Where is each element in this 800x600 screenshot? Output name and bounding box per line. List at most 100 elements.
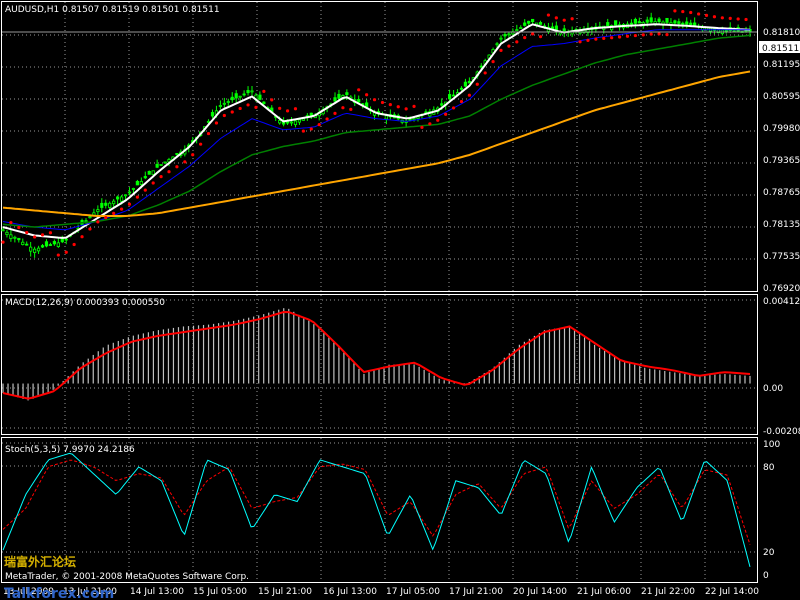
sar-dot	[546, 13, 551, 17]
candle-body	[64, 238, 68, 241]
sar-dot	[285, 109, 290, 113]
stoch-axis: 100 80 20 0	[763, 440, 780, 581]
sar-dot	[657, 32, 661, 36]
sar-dot	[610, 36, 614, 40]
price-axis: 0.81810 0.81195 0.80595 0.79980 0.79365 …	[763, 28, 800, 294]
sar-dot	[317, 123, 321, 127]
sar-dot	[483, 71, 487, 75]
candle-body	[649, 17, 653, 23]
sar-dot	[728, 16, 732, 20]
sar-dot	[183, 160, 187, 164]
candle-body	[143, 176, 147, 179]
watermark-site: Talkforex.com	[4, 586, 114, 600]
candle-body	[234, 93, 238, 99]
sar-dot	[357, 88, 361, 92]
sar-dot	[238, 106, 242, 111]
macd-tick: 0.00412	[763, 297, 800, 307]
sar-dot	[562, 18, 566, 22]
candle-body	[629, 22, 634, 25]
candle-body	[606, 22, 610, 27]
candle-body	[238, 95, 242, 98]
candle-body	[538, 22, 543, 25]
sar-dot	[665, 33, 669, 37]
sar-dot	[641, 33, 645, 37]
candle-body	[175, 153, 179, 155]
candle-body	[459, 87, 464, 90]
candle-body	[333, 97, 337, 102]
candle-body	[246, 90, 250, 94]
sar-dot	[594, 37, 598, 41]
sar-dot	[167, 170, 171, 174]
sar-dot	[96, 220, 100, 224]
candle-body	[56, 242, 60, 247]
candle-body	[96, 209, 100, 213]
candle-body	[685, 21, 689, 25]
candle-body	[242, 93, 246, 96]
candle-body	[614, 20, 618, 26]
candle-body	[503, 34, 507, 37]
sar-dot	[333, 111, 337, 115]
candle-body	[108, 202, 112, 208]
sar-dot	[649, 32, 653, 36]
candle-body	[104, 202, 108, 206]
watermark-chinese: 瑞富外汇论坛	[4, 554, 76, 569]
candle-body	[408, 118, 412, 121]
candle-body	[673, 20, 677, 24]
sar-dot	[40, 233, 45, 237]
candle-body	[112, 200, 116, 205]
sar-dot	[491, 60, 495, 64]
current-price-tag: 0.81511	[759, 41, 800, 54]
sar-dot	[301, 129, 305, 133]
sar-dot	[697, 12, 701, 16]
time-tick: 17 Jul 21:00	[449, 587, 503, 597]
candle-body	[657, 18, 661, 23]
sar-dot	[404, 107, 408, 111]
candle-body	[163, 161, 167, 164]
time-tick: 20 Jul 14:00	[513, 587, 567, 597]
candle-body	[677, 21, 681, 24]
sar-dot	[206, 131, 211, 136]
sar-dot	[349, 107, 353, 111]
time-tick: 22 Jul 14:00	[705, 587, 759, 597]
sar-dot	[341, 106, 345, 110]
sar-dot	[681, 9, 685, 14]
macd-panel-header: MACD(12,26,9) 0.000393 0.000550	[5, 298, 165, 308]
sar-dot	[736, 17, 740, 21]
price-chart[interactable]: AUDUSD,H1 0.81507 0.81519 0.81501 0.8151…	[0, 0, 800, 600]
stoch-panel-frame	[1, 437, 758, 583]
sar-dot	[372, 98, 377, 102]
candle-body	[36, 247, 41, 252]
candle-body	[448, 94, 452, 100]
sar-dot	[720, 16, 724, 20]
price-tick: 0.77535	[763, 252, 800, 262]
stoch-tick: 0	[763, 571, 769, 581]
price-tick: 0.80595	[763, 92, 800, 102]
time-tick: 15 Jul 21:00	[258, 587, 312, 597]
main-panel-frame	[1, 1, 758, 292]
candle-body	[297, 119, 302, 123]
candle-body	[5, 231, 9, 236]
candle-body	[119, 196, 124, 202]
candle-body	[550, 26, 554, 30]
sar-dot	[531, 32, 535, 36]
price-tick: 0.76920	[763, 284, 800, 294]
sar-dot	[135, 195, 139, 199]
candle-body	[218, 105, 222, 107]
candle-body	[52, 241, 56, 245]
sar-dot	[293, 107, 298, 111]
sar-dot	[523, 36, 527, 40]
candle-body	[689, 22, 693, 26]
candle-body	[9, 234, 13, 239]
candle-body	[44, 241, 49, 247]
candle-body	[139, 180, 143, 185]
candle-body	[116, 196, 120, 200]
sar-dot	[554, 16, 558, 20]
sar-dot	[475, 82, 479, 86]
price-tick: 0.81810	[763, 28, 800, 38]
candle-body	[258, 94, 262, 100]
sar-dot	[222, 113, 226, 118]
sar-dot	[396, 105, 400, 109]
sar-dot	[48, 231, 53, 235]
sar-dot	[704, 13, 709, 17]
sar-dot	[17, 225, 21, 230]
